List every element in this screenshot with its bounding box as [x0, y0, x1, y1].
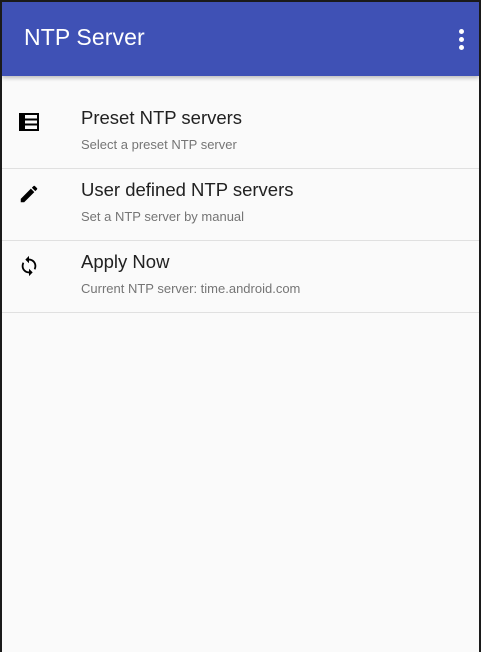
item-summary: Current NTP server: time.android.com	[81, 281, 301, 296]
user-defined-ntp-servers-item[interactable]: User defined NTP servers Set a NTP serve…	[2, 169, 479, 241]
item-summary: Select a preset NTP server	[81, 137, 237, 152]
pencil-icon	[16, 181, 42, 207]
preference-list: Preset NTP servers Select a preset NTP s…	[2, 97, 479, 313]
item-title: Apply Now	[81, 251, 170, 272]
item-summary: Set a NTP server by manual	[81, 209, 245, 224]
item-title: Preset NTP servers	[81, 107, 243, 128]
app-bar: NTP Server	[2, 2, 479, 76]
preset-ntp-servers-item[interactable]: Preset NTP servers Select a preset NTP s…	[2, 97, 479, 169]
list-icon	[16, 109, 42, 135]
more-vert-icon[interactable]	[451, 24, 471, 54]
sync-icon	[16, 253, 42, 279]
apply-now-item[interactable]: Apply Now Current NTP server: time.andro…	[2, 241, 479, 313]
page-title: NTP Server	[24, 24, 145, 50]
item-title: User defined NTP servers	[81, 179, 294, 200]
app-window: NTP Server Preset NTP servers Select a p…	[0, 0, 481, 652]
